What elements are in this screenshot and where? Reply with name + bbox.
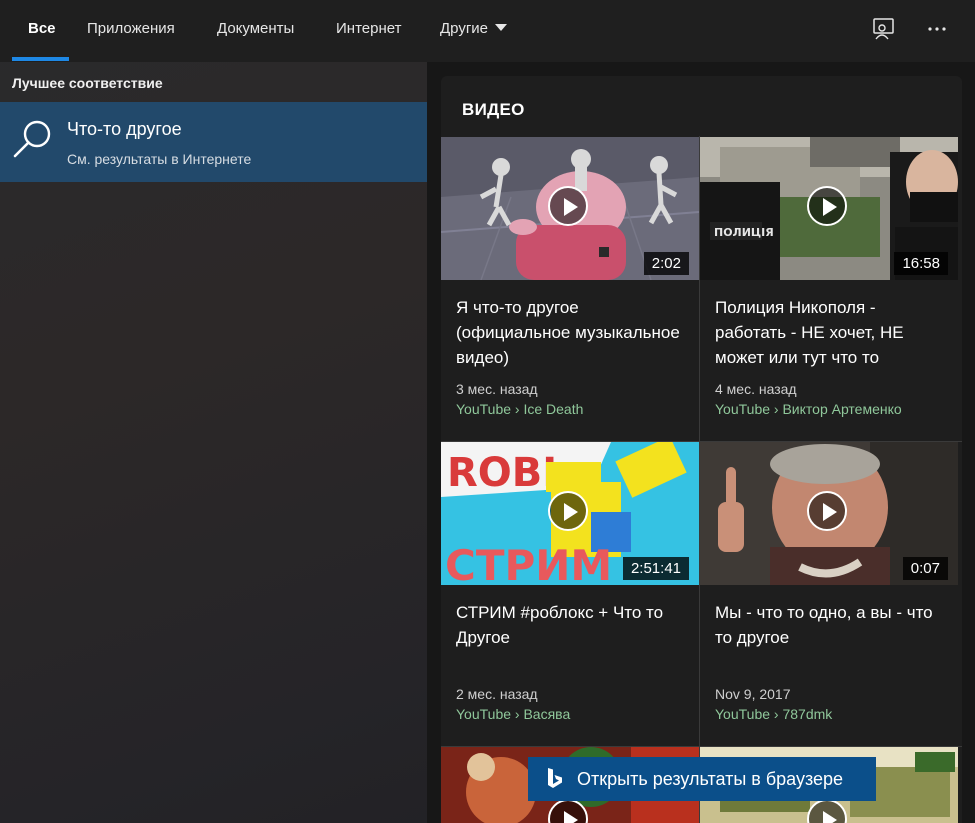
- video-duration: 2:51:41: [622, 557, 689, 580]
- preview-scrollbar[interactable]: [962, 76, 975, 823]
- video-source[interactable]: YouTube › Васява: [456, 706, 570, 722]
- feedback-icon: [873, 18, 894, 40]
- chevron-down-icon: [495, 23, 508, 31]
- search-icon: [13, 120, 51, 158]
- more-options-button[interactable]: [924, 16, 950, 42]
- tab-all[interactable]: Все: [28, 0, 56, 62]
- video-card[interactable]: ROBL СТРИМ 2:51:41 СТРИМ #роблокс + Что …: [441, 442, 699, 747]
- svg-text:СТРИМ: СТРИМ: [445, 541, 612, 585]
- video-title[interactable]: СТРИМ #роблокс + Что то Другое: [456, 600, 688, 650]
- active-tab-indicator: [12, 57, 69, 61]
- video-card[interactable]: ПОЛИЦІЯ 16:58 Полиция Никополя - работат…: [700, 137, 958, 442]
- video-duration: 2:02: [643, 252, 689, 275]
- play-icon: [807, 491, 847, 531]
- tab-documents[interactable]: Документы: [217, 0, 294, 62]
- video-thumbnail: 0:07: [700, 442, 958, 585]
- video-source[interactable]: YouTube › Виктор Артеменко: [715, 401, 902, 417]
- tab-apps[interactable]: Приложения: [87, 0, 175, 62]
- video-thumbnail: 2:02: [441, 137, 699, 280]
- video-title[interactable]: Полиция Никополя - работать - НЕ хочет, …: [715, 295, 947, 370]
- video-duration: 0:07: [902, 557, 948, 580]
- play-icon: [548, 491, 588, 531]
- best-match-heading: Лучшее соответствие: [12, 75, 163, 91]
- open-in-browser-label: Открыть результаты в браузере: [577, 769, 844, 789]
- video-age: 3 мес. назад: [456, 381, 538, 397]
- video-age: Nov 9, 2017: [715, 686, 791, 702]
- best-match-title: Что-то другое: [67, 119, 182, 139]
- tab-internet[interactable]: Интернет: [336, 0, 401, 62]
- top-bar: Все Приложения Документы Интернет Другие: [0, 0, 975, 62]
- videos-heading: ВИДЕО: [462, 100, 525, 119]
- video-results-card: ВИДЕО 2:02 Я что-то другое (официальное …: [441, 76, 962, 823]
- video-thumbnail: ПОЛИЦІЯ 16:58: [700, 137, 958, 280]
- tab-other[interactable]: Другие: [440, 0, 508, 62]
- svg-text:ПОЛИЦІЯ: ПОЛИЦІЯ: [714, 226, 774, 239]
- video-age: 2 мес. назад: [456, 686, 538, 702]
- play-icon: [807, 186, 847, 226]
- bing-icon: [548, 768, 562, 788]
- video-card[interactable]: 2:02 Я что-то другое (официальное музыка…: [441, 137, 699, 442]
- tab-other-label: Другие: [440, 20, 489, 37]
- video-source[interactable]: YouTube › Ice Death: [456, 401, 583, 417]
- open-in-browser-button[interactable]: Открыть результаты в браузере: [528, 757, 876, 801]
- video-card[interactable]: 0:07 Мы - что то одно, а вы - что то дру…: [700, 442, 958, 747]
- video-duration: 16:58: [894, 252, 948, 275]
- video-title[interactable]: Мы - что то одно, а вы - что то другое: [715, 600, 947, 650]
- video-title[interactable]: Я что-то другое (официальное музыкальное…: [456, 295, 688, 370]
- best-match-subtitle: См. результаты в Интернете: [67, 151, 252, 167]
- video-source[interactable]: YouTube › 787dmk: [715, 706, 832, 722]
- video-age: 4 мес. назад: [715, 381, 797, 397]
- video-thumbnail: ROBL СТРИМ 2:51:41: [441, 442, 699, 585]
- more-icon: [928, 27, 946, 31]
- play-icon: [548, 186, 588, 226]
- feedback-button[interactable]: [871, 16, 897, 42]
- best-match-result[interactable]: Что-то другое См. результаты в Интернете: [0, 102, 427, 182]
